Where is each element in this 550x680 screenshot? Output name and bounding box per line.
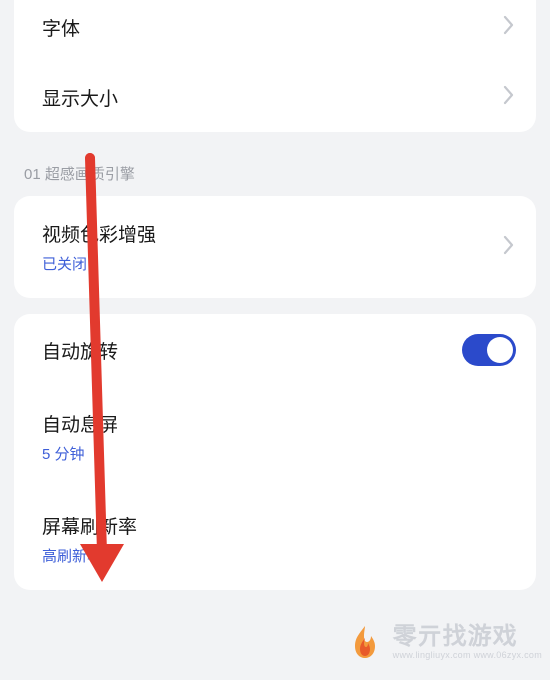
section-title-engine: 01 超感画质引擎: [0, 148, 550, 196]
label-block: 自动息屏 5 分钟: [42, 410, 118, 464]
watermark-text: 零亓找游戏 www.lingliuyx.com www.06zyx.com: [393, 624, 542, 661]
chevron-right-icon: [502, 84, 516, 111]
label-block: 字体: [42, 14, 80, 41]
flame-icon: [345, 622, 385, 662]
settings-group-display: 字体 显示大小: [14, 0, 536, 132]
chevron-right-icon: [502, 14, 516, 41]
label-block: 屏幕刷新率 高刷新率: [42, 512, 137, 566]
watermark: 零亓找游戏 www.lingliuyx.com www.06zyx.com: [345, 622, 542, 662]
row-refresh-rate[interactable]: 屏幕刷新率 高刷新率: [14, 488, 536, 590]
sublabel-refresh-rate: 高刷新率: [42, 545, 137, 566]
sublabel-video-color: 已关闭: [42, 253, 156, 274]
label-block: 自动旋转: [42, 337, 118, 364]
label-display-size: 显示大小: [42, 84, 118, 111]
sublabel-auto-sleep: 5 分钟: [42, 443, 118, 464]
row-auto-rotate[interactable]: 自动旋转: [14, 314, 536, 386]
row-auto-sleep[interactable]: 自动息屏 5 分钟: [14, 386, 536, 488]
row-display-size[interactable]: 显示大小: [14, 62, 536, 132]
label-font: 字体: [42, 14, 80, 41]
label-block: 视频色彩增强 已关闭: [42, 220, 156, 274]
label-video-color: 视频色彩增强: [42, 220, 156, 247]
watermark-urls: www.lingliuyx.com www.06zyx.com: [393, 651, 542, 660]
toggle-auto-rotate[interactable]: [462, 334, 516, 366]
watermark-main: 零亓找游戏: [393, 624, 518, 649]
chevron-right-icon: [502, 234, 516, 261]
label-auto-rotate: 自动旋转: [42, 337, 118, 364]
label-refresh-rate: 屏幕刷新率: [42, 512, 137, 539]
label-auto-sleep: 自动息屏: [42, 410, 118, 437]
settings-group-screen: 自动旋转 自动息屏 5 分钟 屏幕刷新率 高刷新率: [14, 314, 536, 590]
settings-group-engine: 视频色彩增强 已关闭: [14, 196, 536, 298]
label-block: 显示大小: [42, 84, 118, 111]
row-font[interactable]: 字体: [14, 0, 536, 62]
row-video-color[interactable]: 视频色彩增强 已关闭: [14, 196, 536, 298]
